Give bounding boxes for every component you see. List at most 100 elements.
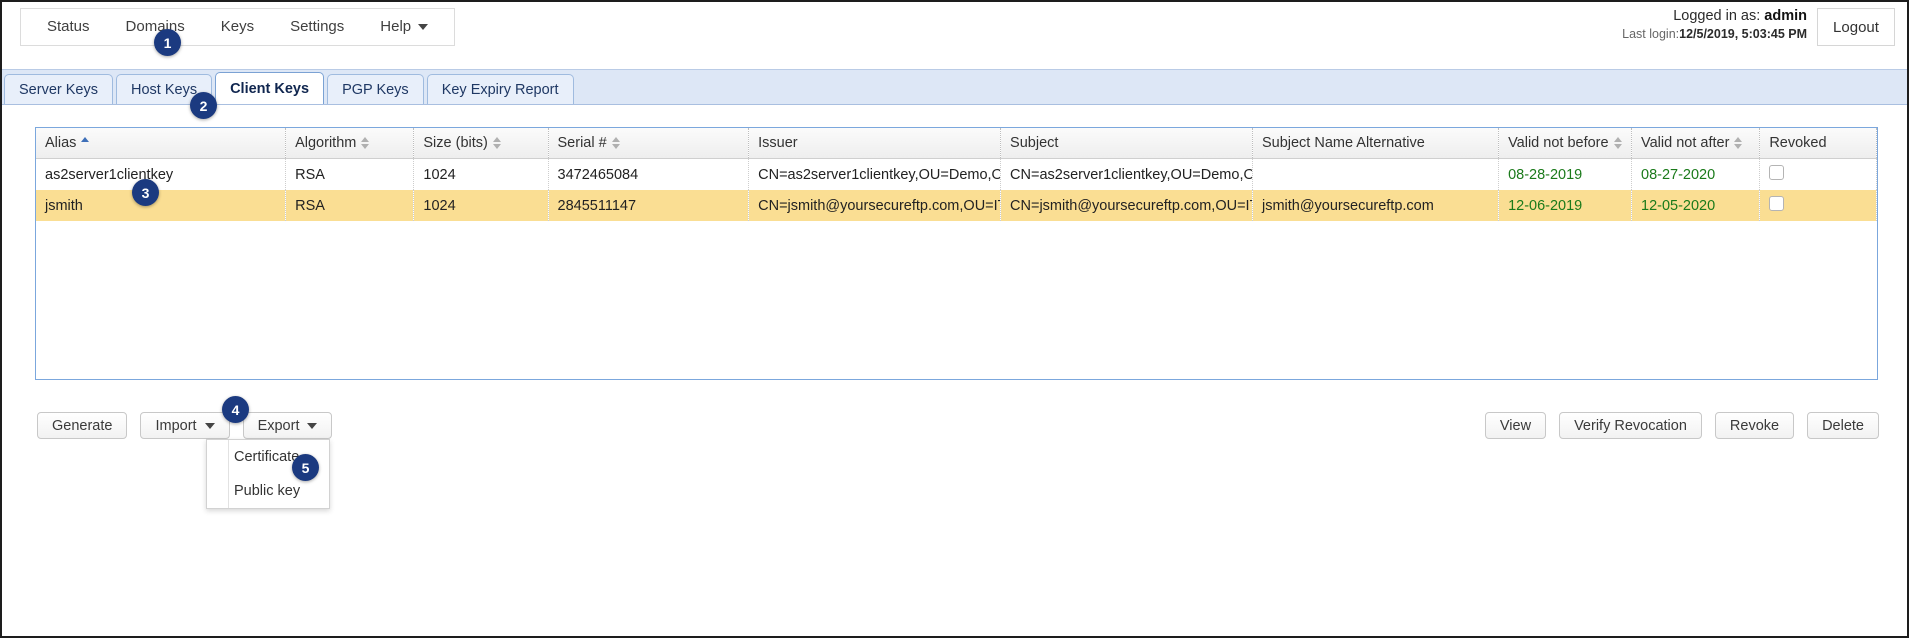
revoked-checkbox[interactable] xyxy=(1769,165,1785,180)
cell-revoked xyxy=(1759,190,1877,221)
cell-subject: CN=as2server1clientkey,OU=Demo,O=JS xyxy=(1000,158,1253,190)
button-label: Verify Revocation xyxy=(1574,417,1687,434)
cell-size: 1024 xyxy=(413,190,549,221)
sort-icon xyxy=(611,137,621,150)
menu-item-keys[interactable]: Keys xyxy=(203,9,272,45)
tab-label: Host Keys xyxy=(130,81,198,98)
col-label: Size (bits) xyxy=(423,135,488,151)
menu-item-status[interactable]: Status xyxy=(29,9,108,45)
chevron-down-icon xyxy=(418,24,429,30)
col-header-revoked[interactable]: Revoked xyxy=(1759,128,1877,159)
sort-icon xyxy=(361,137,370,150)
logout-button[interactable]: Logout xyxy=(1817,8,1895,46)
callout-badge-4: 4 xyxy=(222,396,249,423)
menu-item-label: Keys xyxy=(220,18,255,35)
cell-serial: 3472465084 xyxy=(548,158,750,190)
logged-in-label: Logged in as: xyxy=(1673,8,1761,24)
cell-valid-not-after: 08-27-2020 xyxy=(1631,158,1761,190)
cell-algorithm: RSA xyxy=(285,190,415,221)
top-bar: Status Domains Keys Settings Help Logged… xyxy=(2,2,1907,52)
cell-subject-alt: jsmith@yoursecureftp.com xyxy=(1252,190,1500,221)
table-header-row: Alias Algorithm Size (bits) Serial # Iss… xyxy=(36,128,1877,159)
tab-server-keys[interactable]: Server Keys xyxy=(4,74,113,104)
last-login-value: 12/5/2019, 5:03:45 PM xyxy=(1679,26,1807,41)
tab-label: PGP Keys xyxy=(342,81,409,98)
client-keys-table: Alias Algorithm Size (bits) Serial # Iss… xyxy=(36,128,1877,221)
button-label: Delete xyxy=(1822,417,1864,434)
cell-revoked xyxy=(1759,158,1877,190)
callout-badge-1: 1 xyxy=(154,29,181,56)
delete-button[interactable]: Delete xyxy=(1807,412,1879,439)
revoke-button[interactable]: Revoke xyxy=(1714,412,1795,439)
callout-badge-5: 5 xyxy=(292,454,319,481)
cell-issuer: CN=jsmith@yoursecureftp.com,OU=IT,O= xyxy=(748,190,1002,221)
menu-item-settings[interactable]: Settings xyxy=(272,9,362,45)
cell-alias: as2server1clientkey xyxy=(36,158,287,190)
tab-label: Key Expiry Report xyxy=(441,81,559,98)
tab-label: Server Keys xyxy=(19,81,98,98)
col-label: Valid not after xyxy=(1641,135,1730,151)
application-window: Status Domains Keys Settings Help Logged… xyxy=(0,0,1909,638)
tab-client-keys[interactable]: Client Keys xyxy=(215,72,325,104)
col-header-algorithm[interactable]: Algorithm xyxy=(285,128,415,159)
col-label: Issuer xyxy=(758,135,798,151)
menu-item-help[interactable]: Help xyxy=(362,9,446,45)
col-label: Algorithm xyxy=(295,135,357,151)
col-header-serial[interactable]: Serial # xyxy=(548,128,750,159)
col-header-size[interactable]: Size (bits) xyxy=(413,128,549,159)
button-label: Export xyxy=(257,417,300,434)
right-action-bar: View Verify Revocation Revoke Delete xyxy=(1484,412,1879,439)
cell-valid-not-after: 12-05-2020 xyxy=(1631,190,1761,221)
callout-badge-2: 2 xyxy=(190,92,217,119)
table-row[interactable]: as2server1clientkey RSA 1024 3472465084 … xyxy=(36,158,1877,190)
menu-item-label: Status xyxy=(47,18,90,35)
cell-valid-not-before: 08-28-2019 xyxy=(1498,158,1633,190)
client-keys-table-panel: Alias Algorithm Size (bits) Serial # Iss… xyxy=(35,127,1878,380)
col-header-alias[interactable]: Alias xyxy=(36,128,287,159)
col-header-issuer[interactable]: Issuer xyxy=(748,128,1002,159)
button-label: Import xyxy=(155,417,197,434)
col-header-valid-not-before[interactable]: Valid not before xyxy=(1498,128,1633,159)
main-menu: Status Domains Keys Settings Help xyxy=(20,8,456,46)
import-button[interactable]: Import xyxy=(140,412,230,439)
col-header-valid-not-after[interactable]: Valid not after xyxy=(1631,128,1761,159)
generate-button[interactable]: Generate xyxy=(37,412,128,439)
cell-alias: jsmith xyxy=(36,190,287,221)
cell-valid-not-before: 12-06-2019 xyxy=(1498,190,1633,221)
view-button[interactable]: View xyxy=(1484,412,1547,439)
table-row[interactable]: jsmith RSA 1024 2845511147 CN=jsmith@you… xyxy=(36,190,1877,221)
chevron-down-icon xyxy=(204,422,215,429)
sort-ascending-icon xyxy=(81,137,90,149)
menu-item-label: Help xyxy=(380,18,412,35)
col-label: Revoked xyxy=(1769,135,1827,151)
menu-item-label: Certificate xyxy=(234,449,300,465)
revoked-checkbox[interactable] xyxy=(1769,196,1785,211)
username-value: admin xyxy=(1764,8,1807,24)
tab-strip: Server Keys Host Keys Client Keys PGP Ke… xyxy=(2,69,1907,105)
cell-size: 1024 xyxy=(413,158,549,190)
col-header-subject[interactable]: Subject xyxy=(1000,128,1253,159)
tab-key-expiry-report[interactable]: Key Expiry Report xyxy=(426,74,574,104)
export-button[interactable]: Export xyxy=(242,412,333,439)
last-login-label: Last login: xyxy=(1622,26,1680,41)
button-label: View xyxy=(1499,417,1532,434)
cell-algorithm: RSA xyxy=(285,158,415,190)
col-label: Subject xyxy=(1010,135,1059,151)
col-label: Valid not before xyxy=(1508,135,1609,151)
cell-issuer: CN=as2server1clientkey,OU=Demo,O=JS xyxy=(748,158,1002,190)
col-label: Serial # xyxy=(557,135,607,151)
col-label: Subject Name Alternative xyxy=(1261,135,1425,151)
button-label: Revoke xyxy=(1729,417,1780,434)
sort-icon xyxy=(492,137,502,150)
last-login: Last login:12/5/2019, 5:03:45 PM xyxy=(1622,26,1807,42)
tab-pgp-keys[interactable]: PGP Keys xyxy=(327,74,424,104)
menu-item-label: Settings xyxy=(290,18,345,35)
col-header-subject-name-alternative[interactable]: Subject Name Alternative xyxy=(1252,128,1500,159)
tab-label: Client Keys xyxy=(230,80,310,97)
cell-subject: CN=jsmith@yoursecureftp.com,OU=IT,O= xyxy=(1000,190,1253,221)
verify-revocation-button[interactable]: Verify Revocation xyxy=(1559,412,1702,439)
col-label: Alias xyxy=(45,135,77,151)
menu-item-label: Public key xyxy=(234,483,301,499)
callout-badge-3: 3 xyxy=(132,179,159,206)
left-action-bar: Generate Import Export xyxy=(37,412,333,439)
